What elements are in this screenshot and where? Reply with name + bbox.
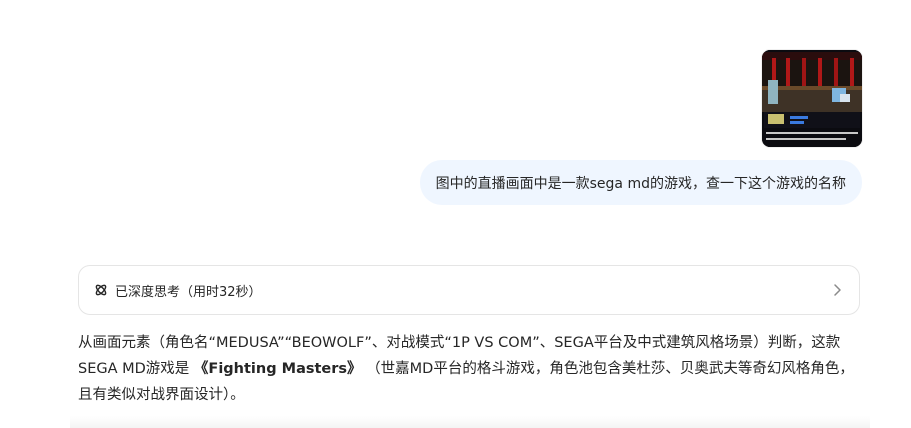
assistant-answer: 从画面元素（角色名“MEDUSA”“BEOWOLF”、对战模式“1P VS CO… [78, 330, 868, 408]
attached-image[interactable] [762, 50, 862, 147]
chat-page: 图中的直播画面中是一款sega md的游戏，查一下这个游戏的名称 已深度思考（用… [0, 0, 911, 428]
thinking-toggle[interactable]: 已深度思考（用时32秒） [78, 265, 860, 315]
bottom-fade [70, 416, 870, 428]
game-screenshot-thumbnail [762, 50, 862, 147]
user-message-bubble: 图中的直播画面中是一款sega md的游戏，查一下这个游戏的名称 [419, 160, 862, 205]
user-message-text: 图中的直播画面中是一款sega md的游戏，查一下这个游戏的名称 [435, 175, 846, 192]
thinking-label: 已深度思考（用时32秒） [115, 284, 262, 300]
chevron-right-icon [829, 282, 845, 298]
game-title: 《Fighting Masters》 [193, 361, 362, 377]
deep-think-icon [93, 282, 109, 298]
